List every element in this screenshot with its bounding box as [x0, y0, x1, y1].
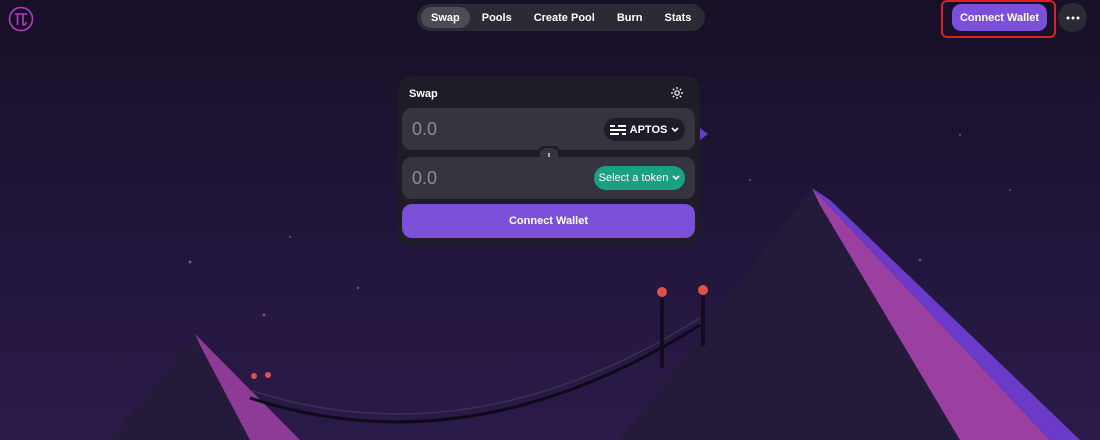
swap-connect-wallet-button[interactable]: Connect Wallet [402, 204, 695, 238]
from-token-label: APTOS [629, 123, 668, 136]
logo-icon[interactable] [8, 6, 34, 32]
main-nav: Swap Pools Create Pool Burn Stats [417, 4, 706, 31]
connect-wallet-button[interactable]: Connect Wallet [952, 4, 1047, 31]
page: Swap Pools Create Pool Burn Stats Connec… [0, 0, 1100, 440]
select-token-button[interactable]: Select a token [594, 166, 685, 190]
from-amount-input[interactable] [412, 118, 562, 140]
swap-card: Swap APTOS [398, 76, 700, 246]
select-token-label: Select a token [598, 172, 669, 184]
nav-stats[interactable]: Stats [655, 7, 702, 28]
nav-pools[interactable]: Pools [472, 7, 522, 28]
torch-flame [657, 287, 667, 297]
chevron-down-icon [671, 126, 679, 132]
aptos-token-icon [609, 123, 626, 136]
to-amount-input[interactable] [412, 167, 562, 189]
chevron-down-icon [672, 175, 680, 181]
nav-create-pool[interactable]: Create Pool [524, 7, 605, 28]
to-field: Select a token [402, 157, 695, 199]
ellipsis-icon [1066, 16, 1079, 19]
swap-card-title: Swap [409, 88, 438, 100]
from-field: APTOS [402, 108, 695, 150]
nav-swap[interactable]: Swap [421, 7, 470, 28]
more-options-button[interactable] [1058, 3, 1087, 32]
nav-burn[interactable]: Burn [607, 7, 653, 28]
settings-gear-icon[interactable] [670, 86, 684, 100]
from-token-select[interactable]: APTOS [604, 118, 685, 141]
